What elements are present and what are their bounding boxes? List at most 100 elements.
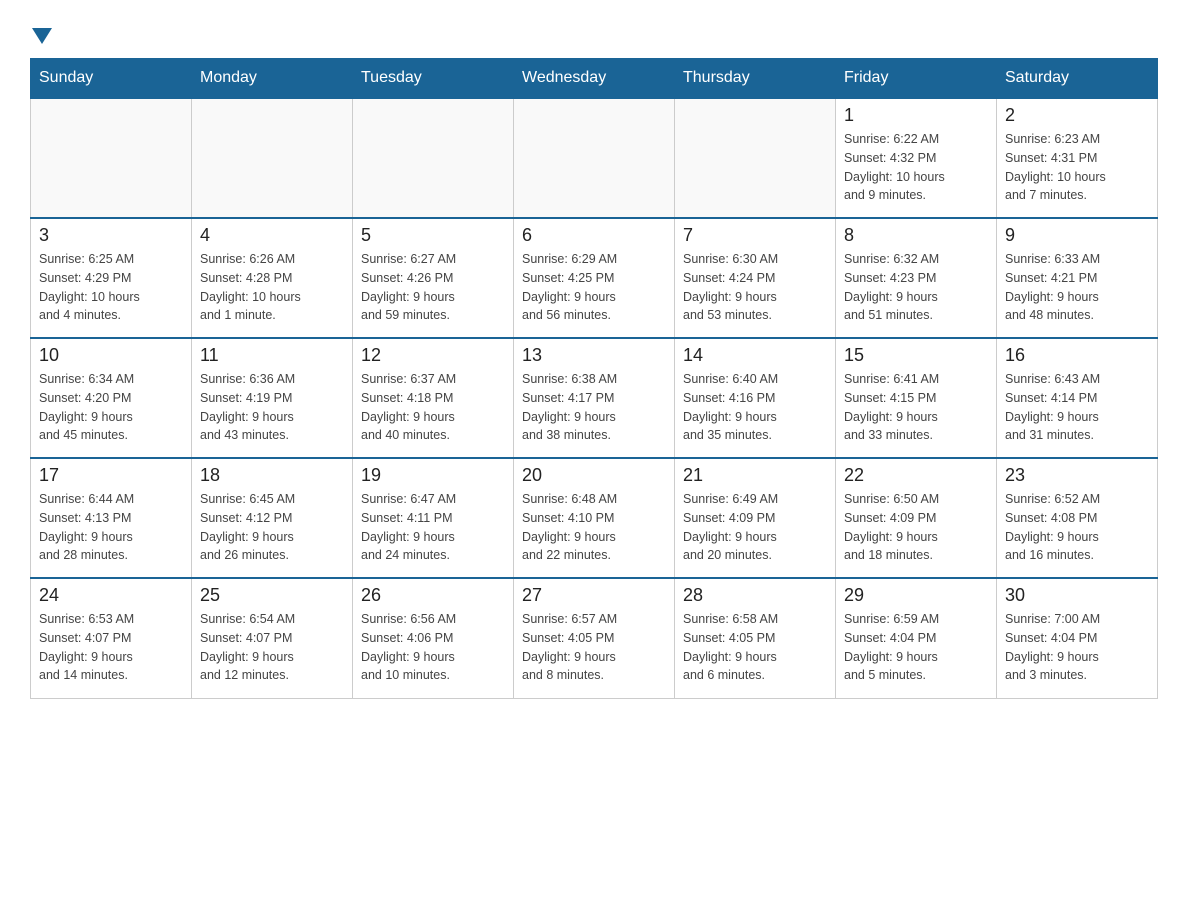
day-info: Sunrise: 6:22 AMSunset: 4:32 PMDaylight:…: [844, 130, 988, 205]
day-info: Sunrise: 6:40 AMSunset: 4:16 PMDaylight:…: [683, 370, 827, 445]
calendar-table: SundayMondayTuesdayWednesdayThursdayFrid…: [30, 58, 1158, 699]
day-number: 18: [200, 465, 344, 486]
calendar-cell: 7 Sunrise: 6:30 AMSunset: 4:24 PMDaylight…: [675, 218, 836, 338]
day-number: 4: [200, 225, 344, 246]
day-number: 14: [683, 345, 827, 366]
calendar-cell: 4 Sunrise: 6:26 AMSunset: 4:28 PMDaylight…: [192, 218, 353, 338]
calendar-cell: 8Sunrise: 6:32 AMSunset: 4:23 PMDaylight…: [836, 218, 997, 338]
day-info: Sunrise: 6:50 AMSunset: 4:09 PMDaylight:…: [844, 490, 988, 565]
calendar-cell: 9Sunrise: 6:33 AMSunset: 4:21 PMDaylight…: [997, 218, 1158, 338]
calendar-cell: 27 Sunrise: 6:57 AMSunset: 4:05 PMDayligh…: [514, 578, 675, 698]
day-number: 22: [844, 465, 988, 486]
day-info: Sunrise: 6:27 AMSunset: 4:26 PMDaylight:…: [361, 250, 505, 325]
calendar-cell: [192, 98, 353, 218]
day-number: 21: [683, 465, 827, 486]
week-row-2: 3 Sunrise: 6:25 AMSunset: 4:29 PMDaylight…: [31, 218, 1158, 338]
day-info: Sunrise: 6:59 AMSunset: 4:04 PMDaylight:…: [844, 610, 988, 685]
day-number: 30: [1005, 585, 1149, 606]
day-info: Sunrise: 6:47 AMSunset: 4:11 PMDaylight:…: [361, 490, 505, 565]
calendar-cell: 28 Sunrise: 6:58 AMSunset: 4:05 PMDayligh…: [675, 578, 836, 698]
day-info: Sunrise: 6:44 AMSunset: 4:13 PMDaylight:…: [39, 490, 183, 565]
weekday-header-wednesday: Wednesday: [514, 59, 675, 99]
calendar-cell: 1 Sunrise: 6:22 AMSunset: 4:32 PMDaylight…: [836, 98, 997, 218]
day-number: 6: [522, 225, 666, 246]
calendar-cell: 20 Sunrise: 6:48 AMSunset: 4:10 PMDayligh…: [514, 458, 675, 578]
calendar-cell: 14 Sunrise: 6:40 AMSunset: 4:16 PMDayligh…: [675, 338, 836, 458]
day-info: Sunrise: 6:37 AMSunset: 4:18 PMDaylight:…: [361, 370, 505, 445]
day-info: Sunrise: 6:41 AMSunset: 4:15 PMDaylight:…: [844, 370, 988, 445]
day-number: 8: [844, 225, 988, 246]
day-number: 11: [200, 345, 344, 366]
day-number: 26: [361, 585, 505, 606]
day-info: Sunrise: 6:25 AMSunset: 4:29 PMDaylight:…: [39, 250, 183, 325]
week-row-3: 10 Sunrise: 6:34 AMSunset: 4:20 PMDayligh…: [31, 338, 1158, 458]
logo-triangle-icon: [32, 28, 52, 44]
day-info: Sunrise: 6:56 AMSunset: 4:06 PMDaylight:…: [361, 610, 505, 685]
calendar-cell: 18Sunrise: 6:45 AMSunset: 4:12 PMDayligh…: [192, 458, 353, 578]
day-number: 15: [844, 345, 988, 366]
day-number: 7: [683, 225, 827, 246]
day-info: Sunrise: 6:38 AMSunset: 4:17 PMDaylight:…: [522, 370, 666, 445]
day-number: 5: [361, 225, 505, 246]
weekday-header-sunday: Sunday: [31, 59, 192, 99]
weekday-header-tuesday: Tuesday: [353, 59, 514, 99]
calendar-cell: [31, 98, 192, 218]
day-number: 3: [39, 225, 183, 246]
day-info: Sunrise: 6:30 AMSunset: 4:24 PMDaylight:…: [683, 250, 827, 325]
calendar-cell: 21 Sunrise: 6:49 AMSunset: 4:09 PMDayligh…: [675, 458, 836, 578]
day-number: 29: [844, 585, 988, 606]
day-info: Sunrise: 6:34 AMSunset: 4:20 PMDaylight:…: [39, 370, 183, 445]
day-info: Sunrise: 6:36 AMSunset: 4:19 PMDaylight:…: [200, 370, 344, 445]
week-row-1: 1 Sunrise: 6:22 AMSunset: 4:32 PMDaylight…: [31, 98, 1158, 218]
day-number: 20: [522, 465, 666, 486]
day-info: Sunrise: 6:43 AMSunset: 4:14 PMDaylight:…: [1005, 370, 1149, 445]
calendar-cell: 24 Sunrise: 6:53 AMSunset: 4:07 PMDayligh…: [31, 578, 192, 698]
calendar-cell: 5 Sunrise: 6:27 AMSunset: 4:26 PMDaylight…: [353, 218, 514, 338]
weekday-header-monday: Monday: [192, 59, 353, 99]
day-info: Sunrise: 6:49 AMSunset: 4:09 PMDaylight:…: [683, 490, 827, 565]
day-info: Sunrise: 6:29 AMSunset: 4:25 PMDaylight:…: [522, 250, 666, 325]
day-number: 27: [522, 585, 666, 606]
calendar-cell: 2Sunrise: 6:23 AMSunset: 4:31 PMDaylight…: [997, 98, 1158, 218]
calendar-cell: 10 Sunrise: 6:34 AMSunset: 4:20 PMDayligh…: [31, 338, 192, 458]
calendar-cell: [675, 98, 836, 218]
day-number: 28: [683, 585, 827, 606]
day-info: Sunrise: 6:53 AMSunset: 4:07 PMDaylight:…: [39, 610, 183, 685]
day-number: 1: [844, 105, 988, 126]
calendar-cell: 30 Sunrise: 7:00 AMSunset: 4:04 PMDayligh…: [997, 578, 1158, 698]
logo: [30, 20, 52, 48]
week-row-5: 24 Sunrise: 6:53 AMSunset: 4:07 PMDayligh…: [31, 578, 1158, 698]
day-number: 17: [39, 465, 183, 486]
day-info: Sunrise: 7:00 AMSunset: 4:04 PMDaylight:…: [1005, 610, 1149, 685]
week-row-4: 17 Sunrise: 6:44 AMSunset: 4:13 PMDayligh…: [31, 458, 1158, 578]
calendar-cell: 11 Sunrise: 6:36 AMSunset: 4:19 PMDayligh…: [192, 338, 353, 458]
day-number: 2: [1005, 105, 1149, 126]
day-info: Sunrise: 6:58 AMSunset: 4:05 PMDaylight:…: [683, 610, 827, 685]
day-number: 9: [1005, 225, 1149, 246]
day-info: Sunrise: 6:52 AMSunset: 4:08 PMDaylight:…: [1005, 490, 1149, 565]
day-number: 25: [200, 585, 344, 606]
day-info: Sunrise: 6:57 AMSunset: 4:05 PMDaylight:…: [522, 610, 666, 685]
calendar-cell: 17 Sunrise: 6:44 AMSunset: 4:13 PMDayligh…: [31, 458, 192, 578]
calendar-cell: [353, 98, 514, 218]
calendar-cell: 16 Sunrise: 6:43 AMSunset: 4:14 PMDayligh…: [997, 338, 1158, 458]
weekday-header-row: SundayMondayTuesdayWednesdayThursdayFrid…: [31, 59, 1158, 99]
page-header: [30, 20, 1158, 48]
day-number: 24: [39, 585, 183, 606]
calendar-cell: 3 Sunrise: 6:25 AMSunset: 4:29 PMDaylight…: [31, 218, 192, 338]
day-number: 10: [39, 345, 183, 366]
calendar-cell: 15 Sunrise: 6:41 AMSunset: 4:15 PMDayligh…: [836, 338, 997, 458]
calendar-cell: 12Sunrise: 6:37 AMSunset: 4:18 PMDayligh…: [353, 338, 514, 458]
day-info: Sunrise: 6:26 AMSunset: 4:28 PMDaylight:…: [200, 250, 344, 325]
weekday-header-thursday: Thursday: [675, 59, 836, 99]
day-number: 16: [1005, 345, 1149, 366]
calendar-cell: 26 Sunrise: 6:56 AMSunset: 4:06 PMDayligh…: [353, 578, 514, 698]
day-info: Sunrise: 6:48 AMSunset: 4:10 PMDaylight:…: [522, 490, 666, 565]
weekday-header-friday: Friday: [836, 59, 997, 99]
calendar-cell: [514, 98, 675, 218]
calendar-cell: 23Sunrise: 6:52 AMSunset: 4:08 PMDayligh…: [997, 458, 1158, 578]
calendar-cell: 22 Sunrise: 6:50 AMSunset: 4:09 PMDayligh…: [836, 458, 997, 578]
calendar-cell: 13Sunrise: 6:38 AMSunset: 4:17 PMDayligh…: [514, 338, 675, 458]
day-number: 19: [361, 465, 505, 486]
calendar-cell: 25Sunrise: 6:54 AMSunset: 4:07 PMDayligh…: [192, 578, 353, 698]
